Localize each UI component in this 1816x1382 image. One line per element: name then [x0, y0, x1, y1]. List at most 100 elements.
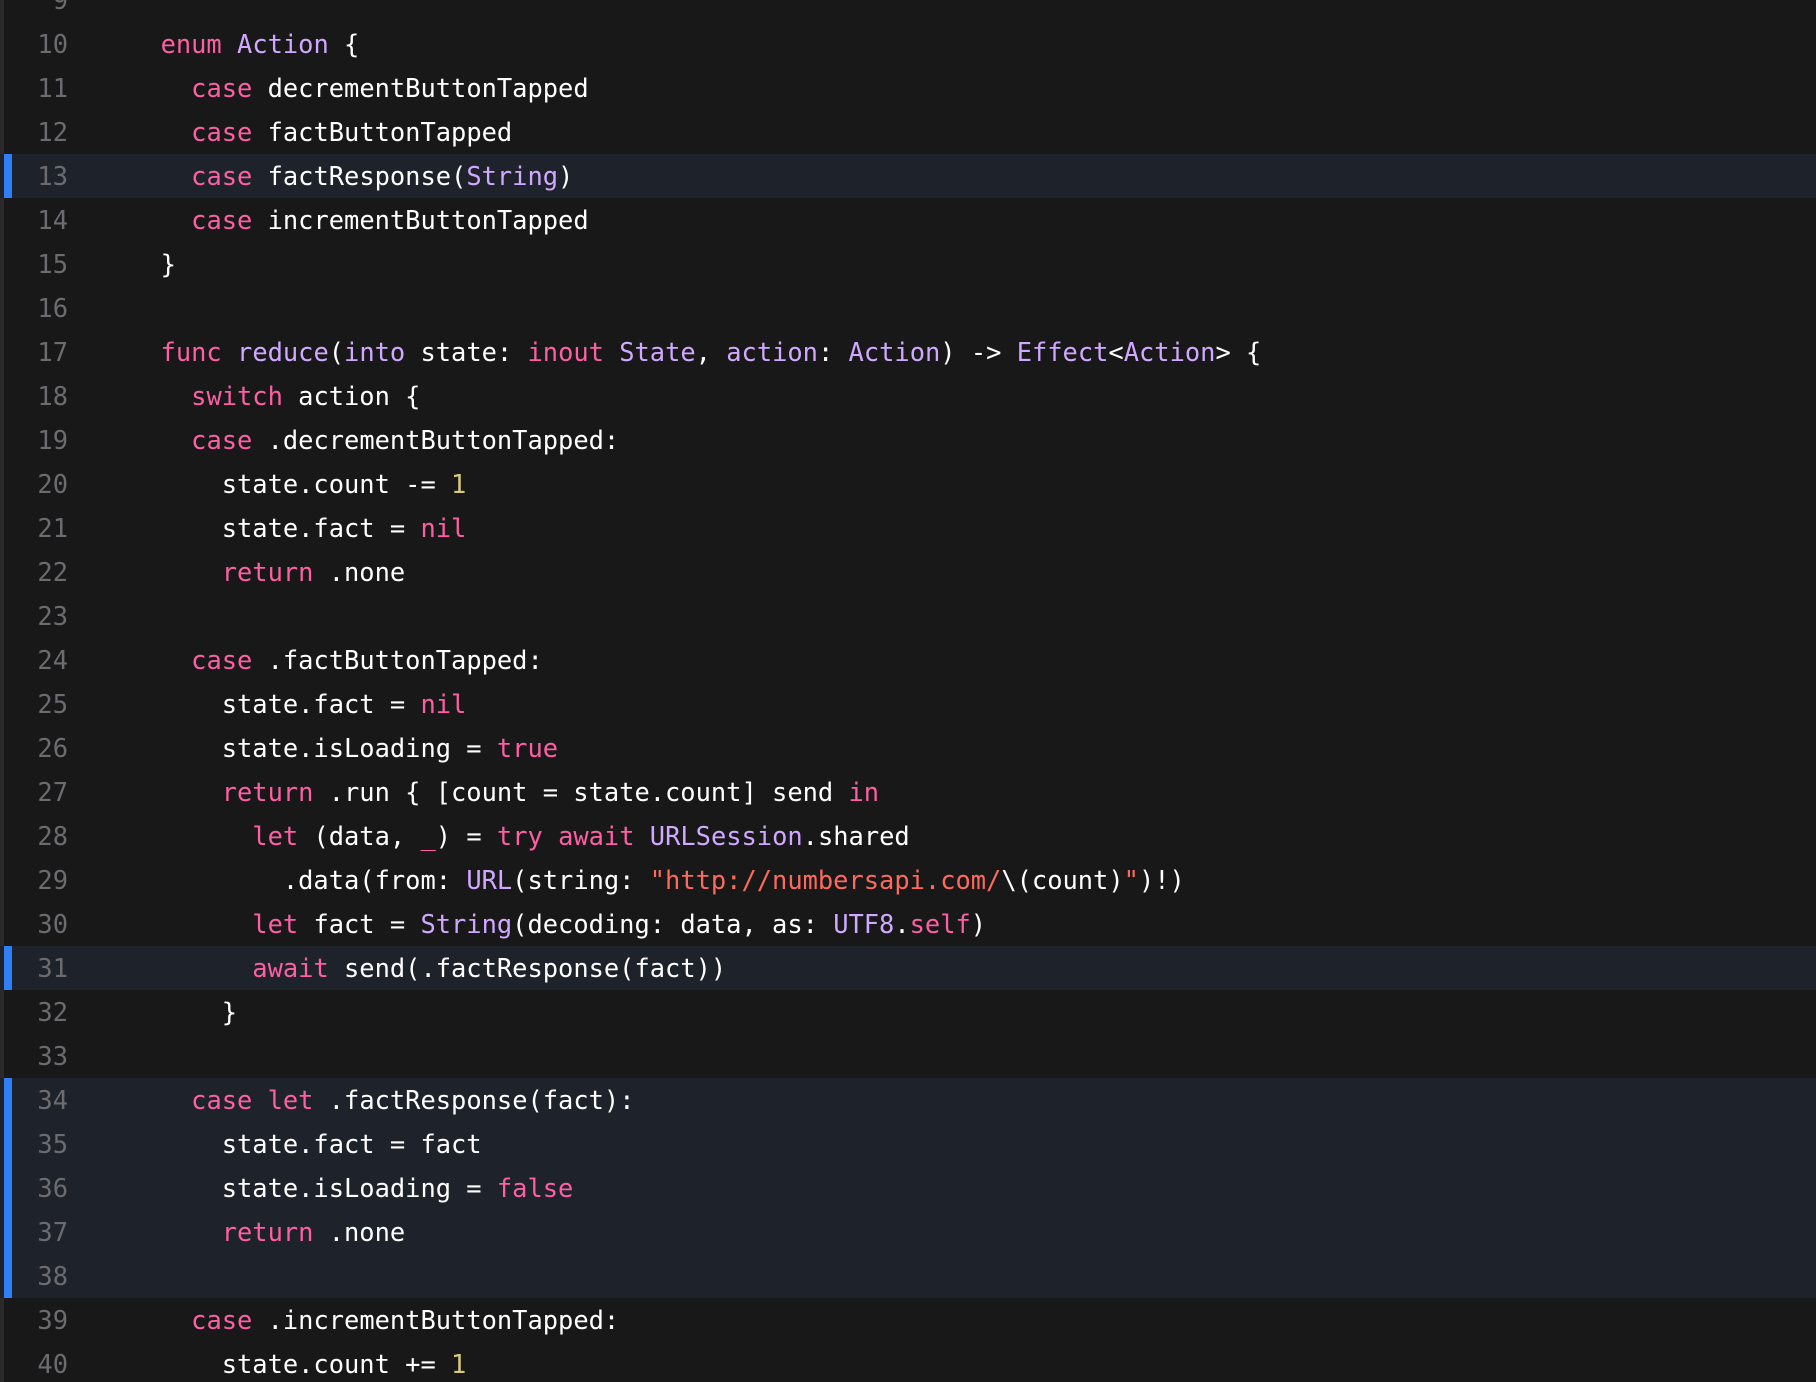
- code-line[interactable]: 26 state.isLoading = true: [0, 726, 1816, 770]
- code-line[interactable]: 25 state.fact = nil: [0, 682, 1816, 726]
- token-plain: fact =: [298, 909, 421, 939]
- line-number: 33: [37, 1041, 68, 1071]
- line-number: 40: [37, 1349, 68, 1379]
- token-plain: ): [970, 909, 987, 939]
- token-plain: .factResponse(fact):: [313, 1085, 635, 1115]
- code-line[interactable]: 24 case .factButtonTapped:: [0, 638, 1816, 682]
- code-line[interactable]: 30 let fact = String(decoding: data, as:…: [0, 902, 1816, 946]
- code-line[interactable]: 17 func reduce(into state: inout State, …: [0, 330, 1816, 374]
- code-line[interactable]: 23: [0, 594, 1816, 638]
- code-line[interactable]: 15 }: [0, 242, 1816, 286]
- code-line[interactable]: 38: [0, 1254, 1816, 1298]
- code-line[interactable]: 32 }: [0, 990, 1816, 1034]
- token-plain: state.count -=: [130, 469, 452, 499]
- token-kw: _: [420, 821, 436, 851]
- code-line[interactable]: 19 case .decrementButtonTapped:: [0, 418, 1816, 462]
- code-line[interactable]: 21 state.fact = nil: [0, 506, 1816, 550]
- token-kw: await: [558, 821, 635, 851]
- token-kw: self: [909, 909, 971, 939]
- line-number: 39: [37, 1305, 68, 1335]
- token-plain: ) =: [435, 821, 497, 851]
- code-line[interactable]: 34 case let .factResponse(fact):: [0, 1078, 1816, 1122]
- code-line[interactable]: 28 let (data, _) = try await URLSession.…: [0, 814, 1816, 858]
- token-plain: state.fact =: [130, 689, 421, 719]
- token-plain: \(count): [1001, 865, 1124, 895]
- token-ty: String: [466, 161, 559, 191]
- token-kw: inout: [527, 337, 604, 367]
- line-code: enum Action {: [68, 29, 1816, 59]
- code-line[interactable]: 14 case incrementButtonTapped: [0, 198, 1816, 242]
- token-kw: try: [496, 821, 543, 851]
- token-kw: let: [252, 909, 299, 939]
- token-plain: action {: [282, 381, 421, 411]
- token-plain: .: [894, 909, 910, 939]
- change-indicator-bar: [4, 1166, 12, 1210]
- code-line[interactable]: 31 await send(.factResponse(fact)): [0, 946, 1816, 990]
- code-editor[interactable]: 9 10 enum Action {11 case decrementButton…: [0, 0, 1816, 1382]
- line-number: 28: [37, 821, 68, 851]
- line-number: 17: [37, 337, 68, 367]
- token-ty: reduce: [237, 337, 329, 367]
- token-ty: Action: [1123, 337, 1216, 367]
- line-code: case factResponse(String): [68, 161, 1816, 191]
- token-kw: case: [191, 117, 253, 147]
- code-line[interactable]: 22 return .none: [0, 550, 1816, 594]
- code-line[interactable]: 27 return .run { [count = state.count] s…: [0, 770, 1816, 814]
- token-ty: Action: [237, 29, 329, 59]
- line-number: 10: [37, 29, 68, 59]
- token-kw: func: [160, 337, 222, 367]
- code-line[interactable]: 40 state.count += 1: [0, 1342, 1816, 1382]
- code-line[interactable]: 18 switch action {: [0, 374, 1816, 418]
- code-line[interactable]: 35 state.fact = fact: [0, 1122, 1816, 1166]
- token-kw: case: [191, 1085, 253, 1115]
- token-plain: .none: [313, 557, 406, 587]
- token-plain: {: [328, 29, 360, 59]
- token-plain: ): [558, 161, 574, 191]
- line-code: state.isLoading = true: [68, 733, 1816, 763]
- line-number: 32: [37, 997, 68, 1027]
- token-plain: factResponse(: [252, 161, 467, 191]
- line-number: 24: [37, 645, 68, 675]
- code-line[interactable]: 29 .data(from: URL(string: "http://numbe…: [0, 858, 1816, 902]
- token-plain: state.fact =: [130, 513, 421, 543]
- line-code: case .factButtonTapped:: [68, 645, 1816, 675]
- code-line[interactable]: 39 case .incrementButtonTapped:: [0, 1298, 1816, 1342]
- code-line[interactable]: 13 case factResponse(String): [0, 154, 1816, 198]
- token-plain: state:: [405, 337, 528, 367]
- code-line[interactable]: 36 state.isLoading = false: [0, 1166, 1816, 1210]
- line-number: 19: [37, 425, 68, 455]
- token-kw: in: [848, 777, 880, 807]
- line-number: 14: [37, 205, 68, 235]
- token-plain: .run { [count = state.count] send: [313, 777, 849, 807]
- token-plain: (data,: [298, 821, 421, 851]
- token-kw: true: [496, 733, 559, 763]
- code-line[interactable]: 11 case decrementButtonTapped: [0, 66, 1816, 110]
- token-kw: await: [252, 953, 329, 983]
- code-line[interactable]: 10 enum Action {: [0, 22, 1816, 66]
- token-ty: Effect: [1016, 337, 1109, 367]
- token-plain: .none: [313, 1217, 406, 1247]
- token-plain: factButtonTapped: [252, 117, 513, 147]
- token-str: ": [1123, 865, 1139, 895]
- code-line[interactable]: 33: [0, 1034, 1816, 1078]
- token-ty: String: [420, 909, 513, 939]
- token-plain: state.isLoading =: [130, 1173, 497, 1203]
- line-code: case decrementButtonTapped: [68, 73, 1816, 103]
- code-line[interactable]: 16: [0, 286, 1816, 330]
- code-line[interactable]: 12 case factButtonTapped: [0, 110, 1816, 154]
- code-line[interactable]: 9: [0, 0, 1816, 22]
- line-code: state.isLoading = false: [68, 1173, 1816, 1203]
- code-line[interactable]: 37 return .none: [0, 1210, 1816, 1254]
- token-kw: enum: [160, 29, 222, 59]
- code-line[interactable]: 20 state.count -= 1: [0, 462, 1816, 506]
